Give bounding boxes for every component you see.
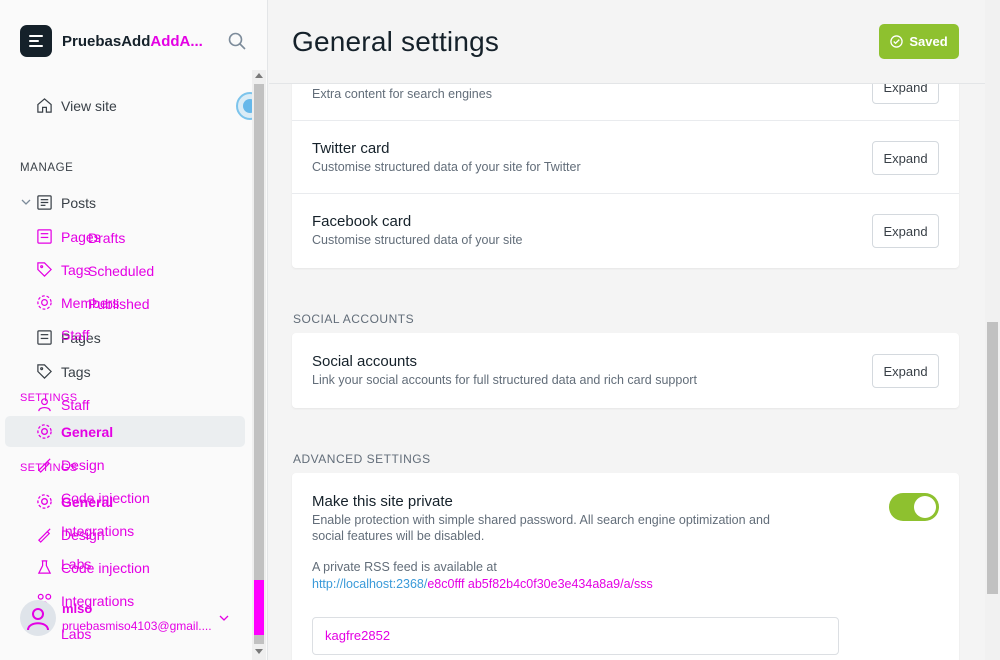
published-ghost[interactable]: Published [88, 296, 150, 312]
chevron-down-icon[interactable] [20, 196, 32, 208]
private-site-title: Make this site private [312, 493, 453, 510]
facebook-card-row: Facebook card Customise structured data … [292, 194, 959, 268]
posts-icon [37, 195, 52, 210]
sidebar-item-view-site[interactable]: View site [36, 97, 117, 114]
rss-feed-label: A private RSS feed is available at [312, 560, 497, 574]
user-icon [27, 608, 49, 631]
rss-link-token: e8c0fff ab5f82b4c0f30e3e434a8a9/a/sss [427, 577, 653, 591]
social-accounts-title: Social accounts [312, 353, 418, 370]
brand-name: PruebasAddAddA... [62, 32, 203, 50]
sidebar-item-general-ghost[interactable]: General [36, 493, 113, 510]
drafts-ghost[interactable]: Drafts [88, 230, 125, 246]
main-scrollbar-thumb[interactable] [987, 322, 998, 594]
twitter-expand-button[interactable]: Expand [872, 141, 939, 175]
main-scrollbar[interactable] [985, 0, 1000, 660]
facebook-expand-button[interactable]: Expand [872, 214, 939, 248]
brand[interactable]: PruebasAddAddA... [20, 25, 203, 57]
sidebar-scrollbar-highlight [254, 580, 264, 635]
tag-icon [37, 364, 52, 379]
facebook-card-desc: Customise structured data of your site [312, 233, 523, 247]
tag-icon [37, 262, 52, 277]
social-accounts-desc: Link your social accounts for full struc… [312, 373, 697, 387]
gear-icon [37, 494, 52, 509]
user-name: miso [62, 601, 93, 616]
meta-data-desc: Extra content for search engines [312, 87, 492, 101]
general-label: General [61, 423, 114, 440]
social-accounts-group-label: SOCIAL ACCOUNTS [293, 312, 415, 326]
site-password-value: kagfre2852 [325, 628, 391, 643]
staff-label: Staff [61, 396, 90, 413]
scroll-down-icon[interactable] [255, 649, 263, 654]
twitter-card-row: Twitter card Customise structured data o… [292, 121, 959, 194]
flask-icon [37, 560, 52, 574]
scheduled-ghost[interactable]: Scheduled [88, 263, 154, 279]
gear-icon [37, 295, 52, 310]
sidebar: PruebasAddAddA... View site MANAGE Posts… [0, 0, 268, 660]
staff-ghost: Staff [61, 327, 90, 343]
manage-section-label: MANAGE [20, 162, 74, 174]
page-title: General settings [292, 26, 500, 57]
twitter-card-desc: Customise structured data of your site f… [312, 160, 581, 174]
advanced-settings-group-label: ADVANCED SETTINGS [293, 452, 431, 466]
sidebar-item-general[interactable]: General [36, 423, 113, 440]
facebook-card-title: Facebook card [312, 213, 412, 230]
sidebar-item-design[interactable]: Design [36, 526, 105, 543]
saved-label: Saved [909, 34, 948, 49]
chevron-down-icon[interactable] [218, 613, 230, 623]
settings-ghost-label-2: SETTINGS [20, 462, 78, 474]
social-expand-button[interactable]: Expand [872, 354, 939, 388]
check-circle-icon [890, 35, 904, 48]
posts-label: Posts [61, 194, 97, 211]
brush-icon [37, 528, 51, 543]
rss-link-base: http://localhost:2368/ [312, 577, 428, 591]
private-site-toggle[interactable] [889, 493, 939, 521]
private-site-desc-2: social features will be disabled. [312, 529, 485, 543]
metadata-card: Extra content for search engines Expand … [292, 60, 959, 268]
sidebar-scrollbar[interactable] [252, 70, 266, 660]
tags-ghost-label: Tags [61, 261, 91, 278]
sidebar-scrollbar-thumb[interactable] [254, 84, 264, 644]
general-ghost-label: General [61, 493, 114, 510]
settings-content: Extra content for search engines Expand … [269, 0, 985, 660]
pages-icon [37, 229, 52, 244]
site-password-input[interactable]: kagfre2852 [312, 617, 839, 655]
sidebar-item-code-injection[interactable]: Code injection [36, 559, 150, 576]
private-site-desc-1: Enable protection with simple shared pas… [312, 513, 770, 527]
pages-icon [37, 330, 52, 345]
gear-icon [37, 424, 52, 439]
social-accounts-card: Social accounts Link your social account… [292, 333, 959, 408]
sidebar-item-staff[interactable]: Staff [36, 396, 90, 413]
home-icon [37, 98, 52, 113]
sidebar-item-tags-ghost[interactable]: Tags [36, 261, 91, 278]
sidebar-item-tags[interactable]: Tags [36, 363, 91, 380]
page-header: General settings Saved [269, 0, 985, 84]
rss-feed-link[interactable]: http://localhost:2368/e8c0fff ab5f82b4c0… [312, 577, 653, 591]
view-site-label: View site [61, 97, 117, 114]
staff-icon [38, 398, 51, 412]
brand-logo-icon [20, 25, 52, 57]
sidebar-item-posts[interactable]: Posts [36, 194, 96, 211]
labs-label[interactable]: Labs [61, 626, 91, 642]
private-site-card: Make this site private Enable protection… [292, 473, 959, 660]
twitter-card-title: Twitter card [312, 140, 390, 157]
design-label: Design [61, 526, 105, 543]
tags-label: Tags [61, 363, 91, 380]
code-injection-label: Code injection [61, 559, 150, 576]
saved-button[interactable]: Saved [879, 24, 959, 59]
search-icon[interactable] [228, 32, 246, 50]
scroll-up-icon[interactable] [255, 73, 263, 78]
main-panel: Extra content for search engines Expand … [269, 0, 1000, 660]
